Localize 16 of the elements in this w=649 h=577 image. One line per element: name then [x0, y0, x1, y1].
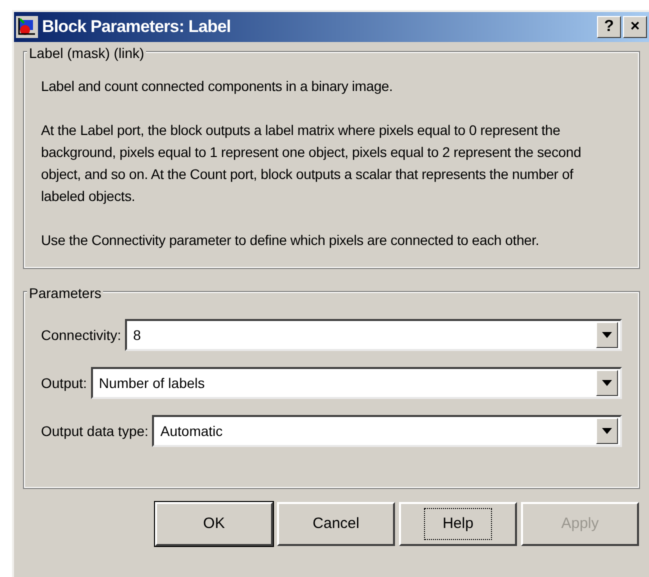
dropdown-field[interactable]: Automatic [152, 415, 622, 447]
close-button[interactable]: × [623, 16, 647, 38]
dropdown-field[interactable]: 8 [125, 319, 622, 351]
dropdown-field[interactable]: Number of labels [90, 367, 622, 399]
window-title: Block Parameters: Label [42, 16, 231, 38]
description-text: Use the Connectivity parameter to define which pixels are connected to each other. [41, 231, 540, 250]
field-label: Output: [41, 374, 87, 393]
dialog-button[interactable]: OK [155, 502, 273, 546]
help-button[interactable]: ? [597, 16, 621, 38]
field-label: Output data type: [41, 422, 148, 441]
dialog-button[interactable]: Cancel [277, 502, 395, 546]
dialog-button[interactable]: Help [399, 502, 517, 546]
description-text: At the Label port, the block outputs a label matrix where pixels equal to 0 represent the background, pixels equal to 1 represent one object, pixels equal to 2 represent the second object, and so on. At the Count port, block outputs a scalar that represents the number of labeled objects. [41, 121, 582, 206]
field-label: Connectivity: [41, 326, 122, 345]
block-icon [16, 16, 38, 38]
description-text: Label and count connected components in a binary image. [41, 77, 394, 96]
